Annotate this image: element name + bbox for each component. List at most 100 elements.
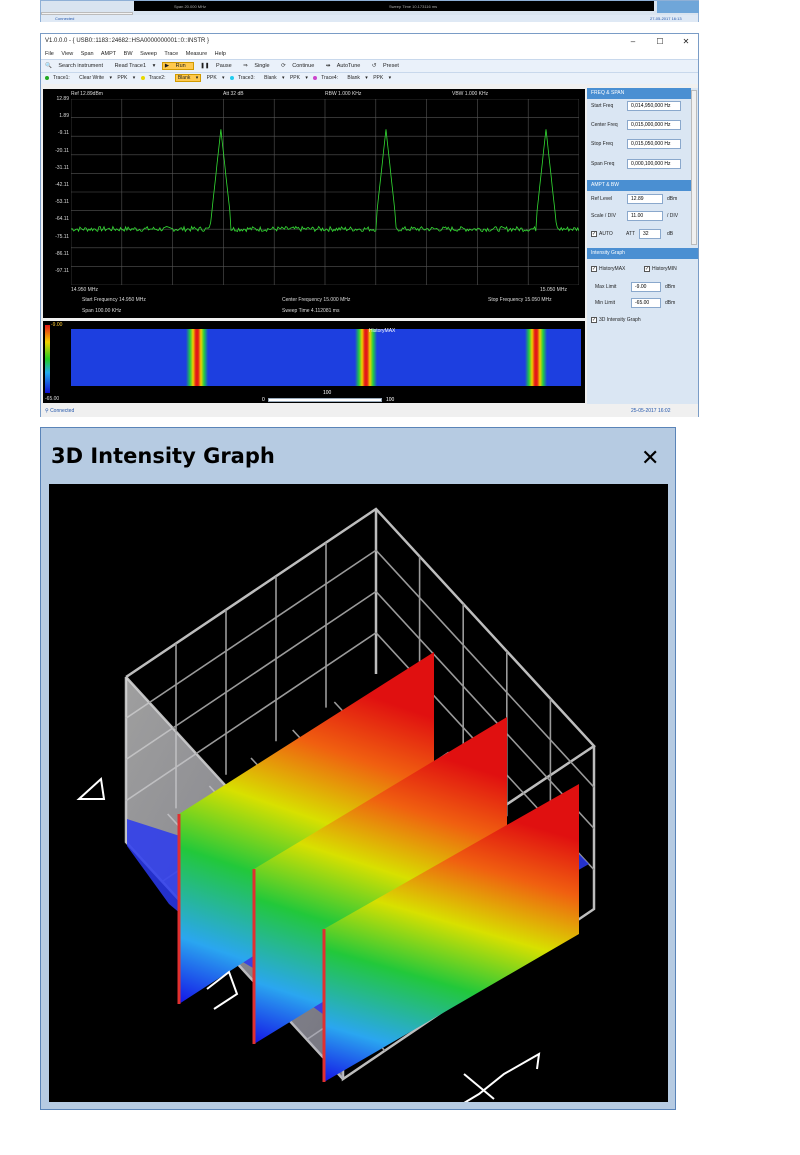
- run-button[interactable]: ▶ Run: [161, 62, 194, 70]
- autotune-button[interactable]: ⇹ AutoTune: [326, 63, 366, 69]
- scale-label: Scale / DIV: [591, 213, 617, 219]
- menu-measure[interactable]: Measure: [186, 51, 207, 57]
- scale-min-label: -65.00: [45, 396, 60, 402]
- side-scrollbar[interactable]: [691, 90, 697, 245]
- att-label: ATT: [626, 231, 636, 237]
- trace1-mode-select[interactable]: Clear Write ▾: [79, 75, 112, 81]
- y-axis-label: -42.11: [55, 182, 69, 188]
- prev-datetime: 27-05-2017 16:13: [650, 16, 682, 21]
- trace2-group: Trace2:: [140, 75, 170, 81]
- spectrum-plot: [71, 99, 579, 285]
- continue-button[interactable]: ⟳ Continue: [281, 63, 319, 69]
- ref-level-field[interactable]: [627, 194, 663, 204]
- spectrum-grid: [71, 99, 579, 285]
- close-button[interactable]: ✕: [672, 34, 700, 49]
- waterfall-band-2: [355, 329, 377, 386]
- stop-frequency-info: Stop Frequency 15.050 MHz: [488, 297, 552, 303]
- search-icon: 🔍: [45, 63, 52, 69]
- menu-ampt[interactable]: AMPT: [101, 51, 116, 57]
- spectrum-display[interactable]: Ref 12.89dBm Att 32 dB RBW 1.000 KHz VBW…: [43, 89, 585, 318]
- min-limit-field[interactable]: [631, 298, 661, 308]
- reset-icon: ↺: [371, 63, 377, 69]
- intensity-graph[interactable]: -9.00 -65.00 HistoryMAX 0 100 100: [43, 321, 585, 403]
- menu-trace[interactable]: Trace: [164, 51, 178, 57]
- freq-span-header[interactable]: FREQ & SPAN: [587, 88, 691, 99]
- scale-field[interactable]: [627, 211, 663, 221]
- search-instrument-button[interactable]: 🔍 Search instrument: [45, 63, 108, 69]
- prev-sweep-text: Sweep Time 10.173116 ms: [389, 4, 438, 9]
- att-field[interactable]: [639, 229, 661, 239]
- checkbox-checked-icon: ✓: [591, 230, 597, 237]
- intensity-graph-header[interactable]: Intensity Graph: [587, 248, 698, 259]
- autotune-icon: ⇹: [325, 63, 331, 69]
- menu-view[interactable]: View: [61, 51, 73, 57]
- menu-bw[interactable]: BW: [124, 51, 133, 57]
- minimize-button[interactable]: –: [619, 34, 647, 49]
- trace4-group: Trace4:: [313, 75, 342, 81]
- status-bar: ⚲ Connected 25-05-2017 16:02: [41, 405, 698, 417]
- auto-att-checkbox[interactable]: ✓ AUTO: [591, 229, 613, 239]
- max-limit-field[interactable]: [631, 282, 661, 292]
- side-panel: FREQ & SPAN Start Freq Center Freq Stop …: [587, 88, 698, 404]
- prev-span-text: Span 20.000 MHz: [174, 4, 207, 9]
- stop-freq-field[interactable]: [627, 139, 681, 149]
- max-limit-label: Max Limit: [595, 284, 617, 290]
- historymin-checkbox[interactable]: ✓ HistoryMIN: [644, 264, 677, 274]
- menu-span[interactable]: Span: [81, 51, 94, 57]
- waterfall-band-3: [525, 329, 547, 386]
- trace4-detector-select[interactable]: PPK ▾: [373, 75, 391, 81]
- center-frequency-info: Center Frequency 15.000 MHz: [282, 297, 351, 303]
- loop-icon: ⟳: [281, 63, 286, 69]
- trace1-detector-select[interactable]: PPK ▾: [117, 75, 135, 81]
- pause-button[interactable]: ❚❚ Pause: [200, 63, 236, 69]
- trace2-detector-select[interactable]: PPK ▾: [207, 75, 225, 81]
- 3d-graph-canvas[interactable]: [49, 484, 668, 1113]
- connection-icon: ⚲: [45, 408, 49, 414]
- 3d-grid-line: [125, 549, 377, 719]
- trace3-color-icon: [229, 75, 234, 80]
- max-limit-unit: dBm: [665, 284, 676, 290]
- start-freq-field[interactable]: [627, 101, 681, 111]
- title-bar: V1.0.0.0 - { USB0::1183::24682::HSA00000…: [41, 34, 698, 49]
- trace1-color-icon: [45, 75, 49, 80]
- historymax-checkbox[interactable]: ✓ HistoryMAX: [591, 264, 625, 274]
- arrow-icon: ⇒: [243, 63, 248, 69]
- slider-value-label: 100: [323, 390, 332, 396]
- waterfall-band-1: [186, 329, 208, 386]
- y-axis-label: -75.11: [55, 233, 69, 240]
- menu-help[interactable]: Help: [215, 51, 226, 57]
- trace2-mode-select[interactable]: Blank ▾: [174, 74, 202, 82]
- trace3-mode-select[interactable]: Blank ▾: [264, 75, 284, 81]
- menu-file[interactable]: File: [45, 51, 54, 57]
- start-frequency-info: Start Frequency 14.950 MHz: [82, 297, 146, 303]
- menu-bar: File View Span AMPT BW Sweep Trace Measu…: [41, 49, 698, 59]
- ref-level-readout: Ref 12.89dBm: [71, 91, 103, 97]
- color-scale-bar: [45, 325, 50, 393]
- read-trace-button[interactable]: Read Trace1 ▾: [115, 63, 156, 69]
- maximize-button[interactable]: ☐: [646, 34, 674, 49]
- att-readout: Att 32 dB: [223, 91, 244, 97]
- analyzer-window: V1.0.0.0 - { USB0::1183::24682::HSA00000…: [40, 33, 699, 417]
- preset-button[interactable]: ↺ Preset: [372, 63, 404, 69]
- min-limit-unit: dBm: [665, 300, 676, 306]
- rbw-readout: RBW 1.000 KHz: [325, 91, 362, 97]
- history-slider[interactable]: [268, 398, 382, 402]
- center-freq-label: Center Freq: [591, 122, 618, 128]
- min-limit-label: Min Limit: [595, 300, 616, 306]
- trace4-mode-select[interactable]: Blank ▾: [347, 75, 367, 81]
- 3d-window-close-button[interactable]: ✕: [641, 446, 659, 471]
- center-freq-field[interactable]: [627, 120, 681, 130]
- menu-sweep[interactable]: Sweep: [140, 51, 157, 57]
- single-button[interactable]: ⇒ Single: [243, 63, 274, 69]
- span-freq-field[interactable]: [627, 159, 681, 169]
- 3d-intensity-checkbox[interactable]: ✓ 3D Intensity Graph: [591, 315, 641, 325]
- trace3-detector-select[interactable]: PPK ▾: [290, 75, 308, 81]
- checkbox-checked-icon: ✓: [591, 265, 597, 272]
- stop-freq-label: Stop Freq: [591, 141, 613, 147]
- 3d-graph-drawing: [76, 507, 596, 1113]
- y-axis-label: -53.11: [55, 199, 69, 206]
- ampt-bw-header[interactable]: AMPT & BW: [587, 180, 691, 191]
- previous-window-strip: Span 20.000 MHz Sweep Time 10.173116 ms …: [40, 0, 699, 22]
- ref-level-unit: dBm: [667, 196, 678, 202]
- x-axis-stop: 15.050 MHz: [540, 287, 567, 293]
